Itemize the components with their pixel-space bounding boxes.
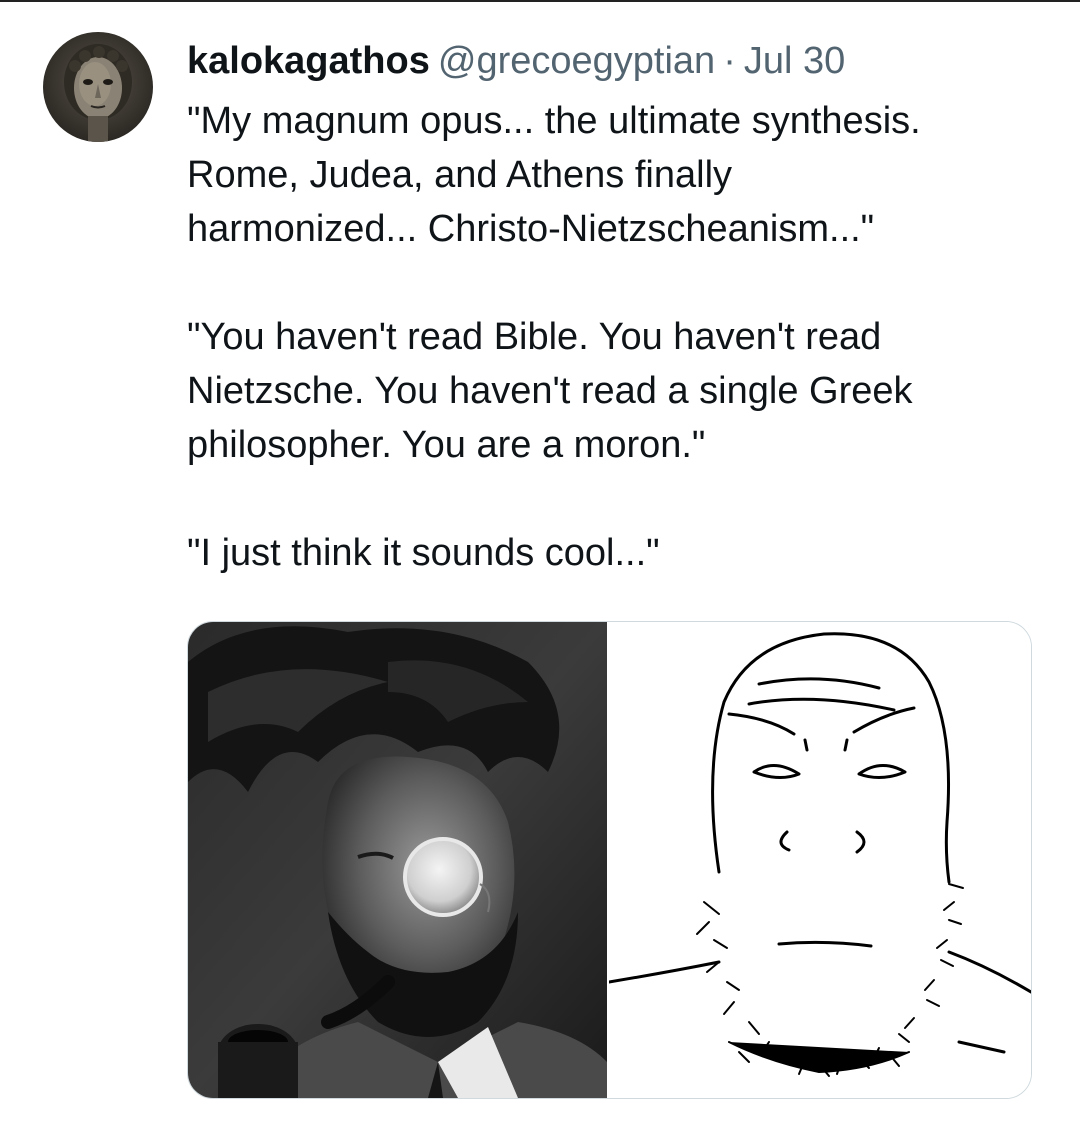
avatar[interactable]	[43, 32, 153, 142]
bust-avatar-icon	[64, 44, 132, 142]
tweet-text: "My magnum opus... the ultimate synthesi…	[187, 94, 1047, 580]
media-image-drawing[interactable]	[609, 622, 1031, 1098]
media-card	[187, 621, 1032, 1099]
tweet-paragraph-3: "I just think it sounds cool..."	[187, 532, 660, 574]
tweet-paragraph-1: "My magnum opus... the ultimate synthesi…	[187, 100, 921, 250]
display-name[interactable]: kalokagathos	[187, 40, 430, 82]
monocle-man-photo	[188, 622, 607, 1098]
user-handle[interactable]: @grecoegyptian	[438, 40, 715, 82]
separator-dot: ·	[723, 40, 736, 82]
tweet-paragraph-2: "You haven't read Bible. You haven't rea…	[187, 316, 913, 466]
media-image-photo[interactable]	[188, 622, 607, 1098]
tweet-header: kalokagathos @grecoegyptian · Jul 30	[187, 38, 845, 84]
tweet-date[interactable]: Jul 30	[744, 40, 845, 82]
top-border	[0, 0, 1080, 2]
wojak-drawing	[609, 632, 1031, 1077]
